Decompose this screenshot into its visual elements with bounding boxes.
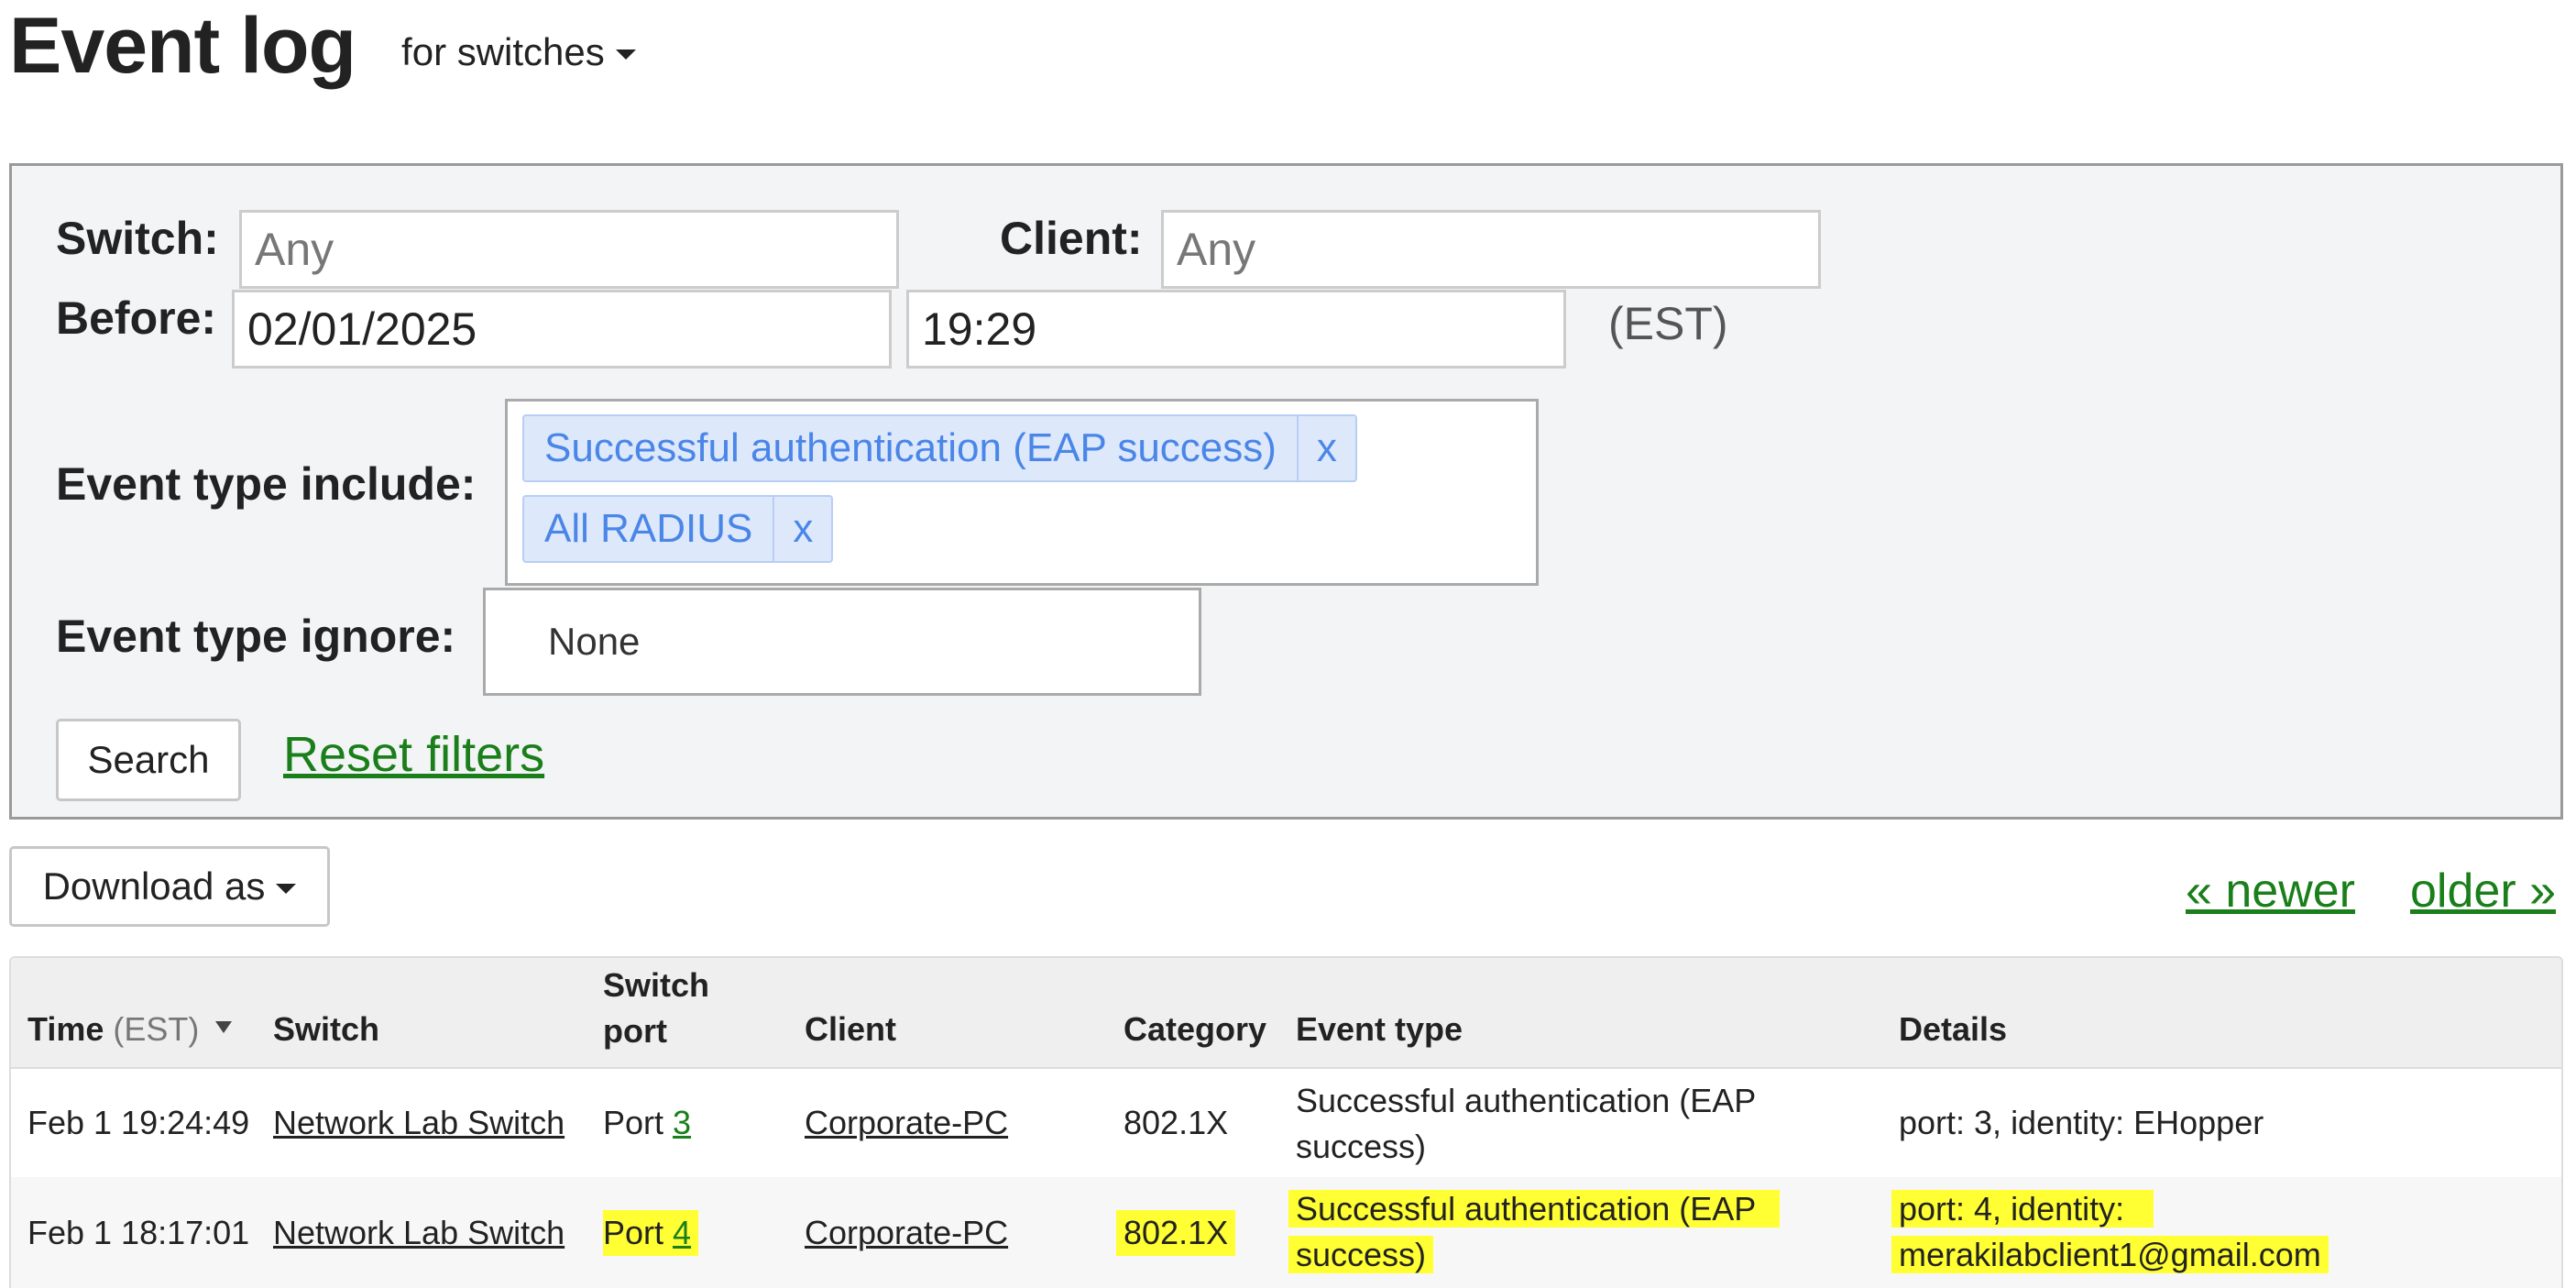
- event-ignore-label: Event type ignore:: [56, 611, 456, 662]
- client-input[interactable]: Any: [1161, 210, 1821, 289]
- remove-tag-icon[interactable]: x: [773, 497, 831, 561]
- port-link[interactable]: 4: [673, 1214, 691, 1251]
- event-table: Time (EST) Switch Switch port Client Cat…: [9, 956, 2563, 1288]
- cell-event-type: Successful authentication (EAP success): [1296, 1082, 1757, 1165]
- download-as-button[interactable]: Download as: [9, 846, 330, 927]
- column-header-category[interactable]: Category: [1124, 1007, 1266, 1052]
- sort-desc-icon: [215, 1021, 233, 1033]
- cell-port: Port 4: [603, 1210, 699, 1256]
- search-button[interactable]: Search: [56, 719, 241, 801]
- switch-label: Switch:: [56, 213, 219, 264]
- cell-event-type: Successful authentication (EAP success): [1288, 1186, 1781, 1278]
- older-link[interactable]: older »: [2410, 864, 2556, 919]
- page-header: Event log for switches: [9, 0, 636, 92]
- cell-category: 802.1X: [1124, 1104, 1229, 1141]
- caret-down-icon: [276, 883, 297, 894]
- include-tag: Successful authentication (EAP success) …: [522, 414, 1357, 482]
- column-header-client[interactable]: Client: [805, 1007, 896, 1052]
- column-header-event-type[interactable]: Event type: [1296, 1007, 1463, 1052]
- event-include-label: Event type include:: [56, 458, 477, 510]
- column-header-time[interactable]: Time (EST): [27, 1007, 233, 1052]
- include-tag-label: All RADIUS: [544, 506, 753, 551]
- before-label: Before:: [56, 292, 217, 344]
- cell-client-link[interactable]: Corporate-PC: [805, 1100, 1008, 1146]
- cell-switch-link[interactable]: Network Lab Switch: [273, 1210, 565, 1256]
- table-header: Time (EST) Switch Switch port Client Cat…: [11, 958, 2561, 1069]
- cell-port: Port 3: [603, 1104, 692, 1141]
- newer-link[interactable]: « newer: [2186, 864, 2355, 919]
- scope-dropdown[interactable]: for switches: [401, 30, 636, 74]
- column-header-switch-port[interactable]: Switch port: [603, 963, 709, 1054]
- download-label: Download as: [42, 864, 266, 908]
- cell-details: port: 3, identity: EHopper: [1899, 1104, 2264, 1141]
- cell-switch-link[interactable]: Network Lab Switch: [273, 1100, 565, 1146]
- column-header-details[interactable]: Details: [1899, 1007, 2007, 1052]
- cell-time: Feb 1 19:24:49: [27, 1104, 250, 1141]
- scope-label: for switches: [401, 30, 605, 73]
- before-date-input[interactable]: 02/01/2025: [232, 290, 892, 369]
- table-row: Feb 1 18:17:01 Network Lab Switch Port 4…: [11, 1177, 2561, 1288]
- cell-time: Feb 1 18:17:01: [27, 1214, 250, 1251]
- remove-tag-icon[interactable]: x: [1296, 416, 1355, 480]
- ignore-value: None: [548, 620, 641, 663]
- timezone-label: (EST): [1608, 298, 1728, 349]
- client-label: Client:: [1000, 213, 1143, 264]
- page-title: Event log: [9, 1, 356, 90]
- event-include-field[interactable]: Successful authentication (EAP success) …: [505, 399, 1539, 586]
- filters-panel: Switch: Any Client: Any Before: 02/01/20…: [9, 163, 2563, 820]
- port-link[interactable]: 3: [673, 1104, 691, 1141]
- cell-client-link[interactable]: Corporate-PC: [805, 1210, 1008, 1256]
- before-time-input[interactable]: 19:29: [906, 290, 1566, 369]
- caret-down-icon: [615, 49, 636, 60]
- column-header-switch[interactable]: Switch: [273, 1007, 379, 1052]
- cell-details: port: 4, identity: merakilabclient1@gmai…: [1891, 1186, 2329, 1278]
- switch-input[interactable]: Any: [239, 210, 899, 289]
- include-tag-label: Successful authentication (EAP success): [544, 425, 1277, 470]
- include-tag: All RADIUS x: [522, 495, 834, 563]
- table-row: Feb 1 19:24:49 Network Lab Switch Port 3…: [11, 1069, 2561, 1177]
- time-tz-label: (EST): [113, 1010, 200, 1048]
- reset-filters-link[interactable]: Reset filters: [283, 726, 544, 783]
- cell-category: 802.1X: [1116, 1210, 1236, 1256]
- event-ignore-field[interactable]: None: [483, 588, 1201, 696]
